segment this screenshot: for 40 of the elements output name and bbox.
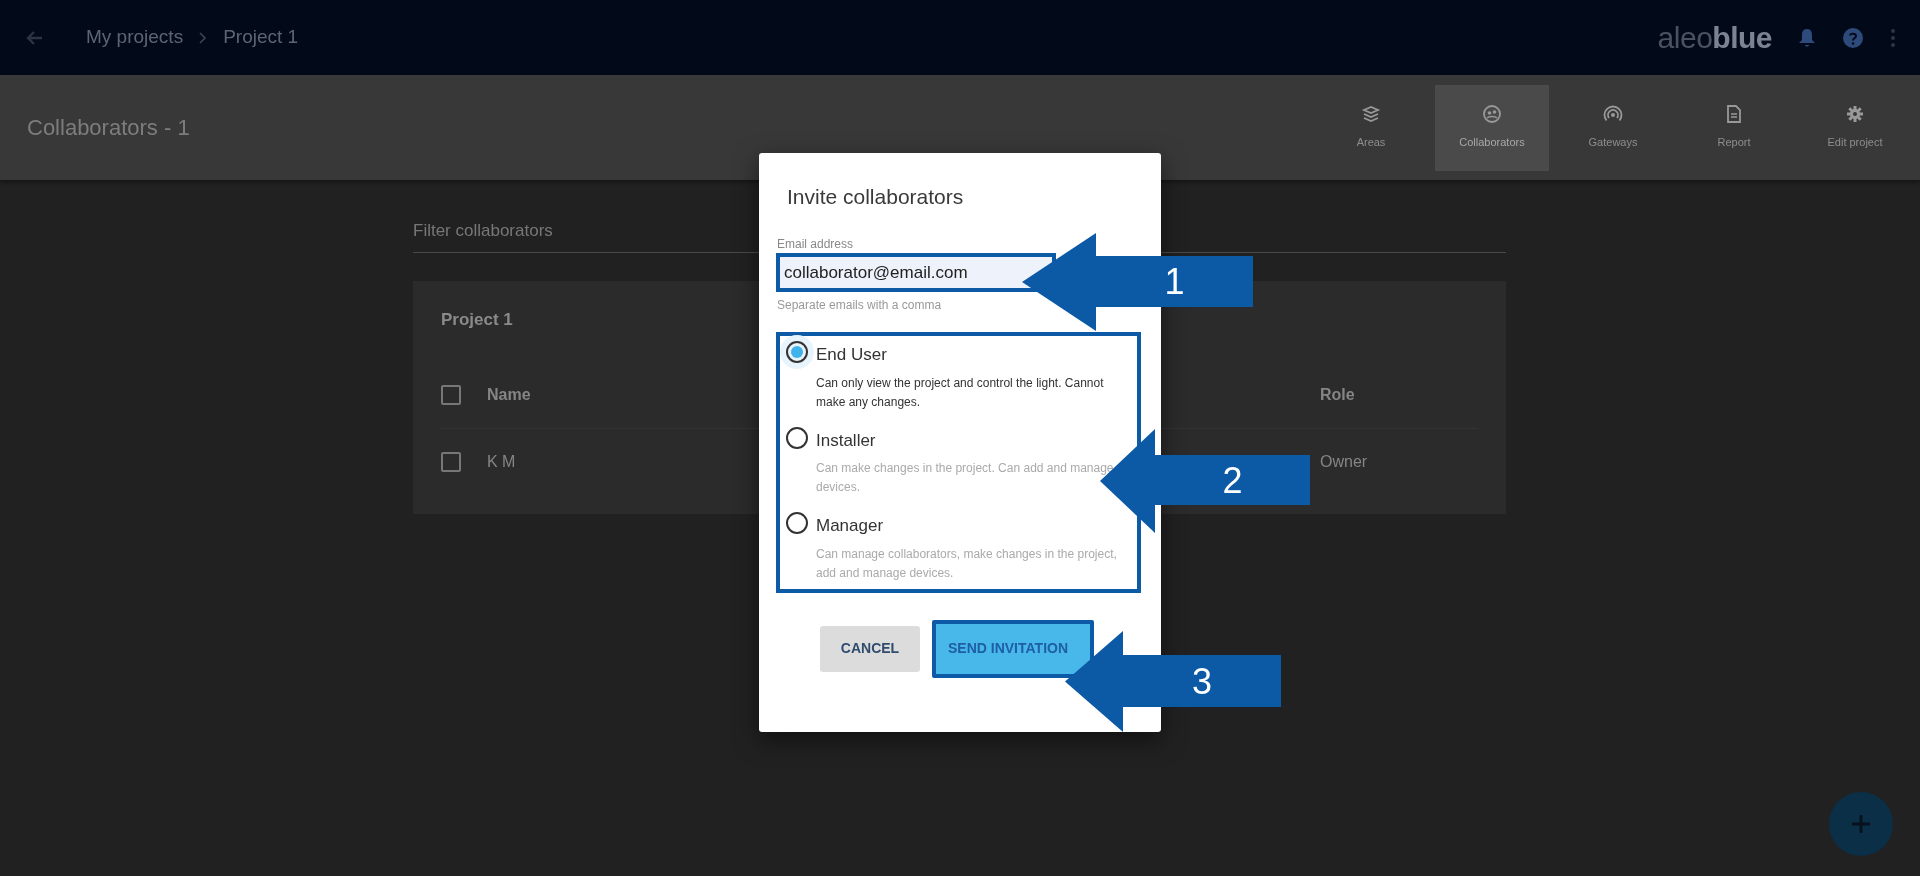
checkbox[interactable] [441,385,461,405]
role-label: Installer [816,429,877,452]
callout-number: 1 [1164,264,1185,300]
card-title: Project 1 [441,309,513,329]
email-hint: Separate emails with a comma [777,297,943,314]
radio-button[interactable] [780,335,814,369]
callout-number: 2 [1222,463,1243,499]
callout-number: 3 [1192,663,1212,700]
face-icon [1482,104,1502,125]
help-icon[interactable] [1842,26,1864,49]
dialog-title: Invite collaborators [787,184,965,210]
toolbar-tab[interactable]: Edit project [1798,84,1912,171]
role-label: Manager [816,515,885,537]
toolbar-tab[interactable]: Gateways [1556,84,1670,171]
role-label: End User [816,344,888,366]
role-description: Can manage collaborators, make changes in the project, add and manage devices. [816,545,1118,582]
checkbox[interactable] [441,451,461,472]
page-title: Collaborators - 1 [27,114,190,142]
table-cell-text: Owner [1320,451,1369,472]
toolbar-tab[interactable]: Report [1677,84,1791,171]
chevron-icon [199,31,208,44]
cancel-button[interactable]: CANCEL [820,625,920,672]
toolbar-tab[interactable]: Areas [1314,84,1428,171]
document-icon [1724,104,1744,125]
breadcrumb-link[interactable]: My projects [86,23,184,52]
logo: aleoblue [1657,20,1772,56]
toolbar-tab[interactable]: Collaborators [1435,84,1549,171]
breadcrumb-link[interactable]: Project 1 [223,23,299,52]
role-description: Can make changes in the project. Can add and manage devices. [816,460,1115,496]
layers-icon [1361,104,1381,125]
bell-icon[interactable] [1798,27,1816,48]
column-header: Role [1320,385,1356,405]
gear-icon [1845,104,1865,125]
column-header: Name [487,385,531,405]
email-field[interactable]: collaborator@email.com [776,252,1056,292]
role-description: Can only view the project and control the light. Cannot make any changes. [816,374,1105,411]
table-cell-text: K M [487,451,516,472]
email-label: Email address [777,235,855,253]
plus-icon [1850,813,1872,835]
send-invitation-button[interactable]: SEND INVITATION [932,619,1094,678]
